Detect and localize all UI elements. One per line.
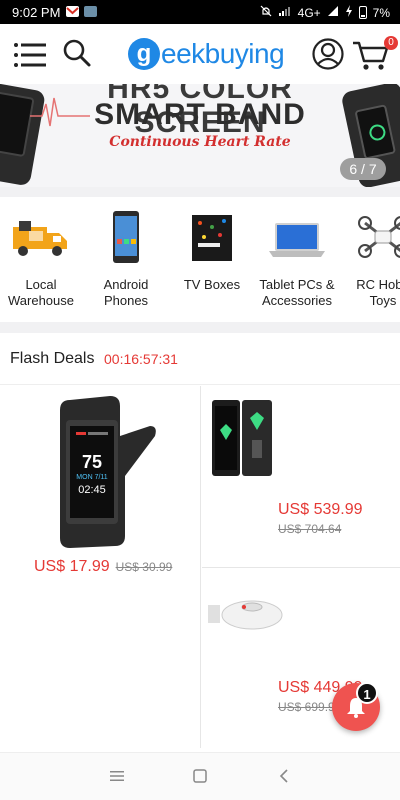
category-strip: LocalWarehouse AndroidPhones TV Boxes bbox=[0, 197, 400, 322]
signal-icon bbox=[278, 5, 292, 20]
deal-price: US$ 539.99 bbox=[278, 501, 363, 518]
status-right: 4G+ 7% bbox=[260, 5, 390, 20]
battery-icon bbox=[358, 6, 367, 19]
banner-headline: SMART BAND bbox=[94, 98, 306, 131]
watch-display-clock: 02:45 bbox=[78, 484, 106, 496]
category-label: TV Boxes bbox=[183, 277, 241, 292]
gmail-icon bbox=[66, 6, 79, 17]
category-rc-hobby-toys[interactable]: RC HobbToys bbox=[340, 197, 400, 322]
notification-app-icon bbox=[84, 6, 97, 17]
deal-price: US$ 17.99 bbox=[34, 558, 110, 575]
laptop-icon bbox=[267, 209, 327, 265]
category-tv-boxes[interactable]: TV Boxes bbox=[169, 197, 255, 322]
signal-strength-icon bbox=[327, 5, 339, 20]
network-type: 4G+ bbox=[297, 5, 321, 20]
banner-page-counter: 6 / 7 bbox=[340, 158, 386, 180]
phone-icon bbox=[96, 209, 156, 265]
flash-deals-title: Flash Deals bbox=[10, 350, 95, 367]
search-icon[interactable] bbox=[62, 38, 92, 68]
deal-old-price: US$ 30.99 bbox=[115, 560, 173, 574]
mute-icon bbox=[260, 5, 272, 20]
back-icon[interactable] bbox=[278, 769, 290, 788]
category-local-warehouse[interactable]: Local Warehouse bbox=[0, 197, 84, 322]
category-label: Android Phones bbox=[103, 277, 149, 308]
section-divider bbox=[0, 187, 400, 197]
status-time: 9:02 PM bbox=[12, 5, 61, 20]
flash-deals-header[interactable]: Flash Deals 00:16:57:31 bbox=[0, 333, 400, 385]
robot-vacuum-product-image bbox=[208, 600, 283, 630]
flash-deals-countdown: 00:16:57:31 bbox=[104, 351, 178, 367]
category-label: Tablet PCs & Accessories bbox=[259, 277, 335, 308]
category-label: RC HobbToys bbox=[356, 277, 400, 308]
app-header: g eekbuying 0 bbox=[0, 24, 400, 84]
deal-card-smart-band[interactable]: 75 MON 7/11 02:45 US$ 17.99 US$ 30.99 bbox=[0, 386, 201, 748]
recent-apps-icon[interactable] bbox=[110, 769, 124, 787]
battery-percent: 7% bbox=[372, 5, 390, 20]
watch-display-number: 75 bbox=[81, 452, 103, 472]
deal-old-price: US$ 704.64 bbox=[278, 522, 342, 536]
account-icon[interactable] bbox=[312, 38, 344, 70]
watch-display-date: MON 7/11 bbox=[76, 474, 108, 481]
promo-banner[interactable]: HR5 COLOR SCREEN SMART BAND Continuous H… bbox=[0, 84, 400, 187]
logo-g: g bbox=[128, 38, 160, 70]
category-label: Local Warehouse bbox=[8, 277, 74, 308]
home-icon[interactable] bbox=[193, 769, 207, 788]
truck-icon bbox=[11, 209, 71, 265]
tv-box-icon bbox=[182, 209, 242, 265]
category-tablet-pcs[interactable]: Tablet PCs & Accessories bbox=[254, 197, 340, 322]
system-nav-bar bbox=[0, 752, 400, 800]
category-android-phones[interactable]: Android Phones bbox=[83, 197, 169, 322]
cart-badge: 0 bbox=[384, 36, 398, 50]
price-row: US$ 539.99 US$ 704.64 bbox=[278, 501, 363, 536]
notification-badge: 1 bbox=[356, 682, 378, 704]
menu-icon[interactable] bbox=[14, 42, 46, 68]
drone-icon bbox=[353, 209, 400, 265]
charging-icon bbox=[345, 5, 353, 20]
status-bar: 9:02 PM 4G+ 7% bbox=[0, 0, 400, 24]
section-divider bbox=[0, 322, 400, 333]
deal-card-gaming-phone[interactable]: US$ 539.99 US$ 704.64 bbox=[202, 386, 400, 568]
geekbuying-logo[interactable]: g eekbuying bbox=[128, 36, 285, 72]
price-row: US$ 17.99 US$ 30.99 bbox=[34, 558, 172, 576]
logo-text: eekbuying bbox=[161, 38, 285, 69]
banner-subtitle: Continuous Heart Rate bbox=[109, 134, 291, 150]
gaming-phone-product-image bbox=[212, 400, 272, 476]
